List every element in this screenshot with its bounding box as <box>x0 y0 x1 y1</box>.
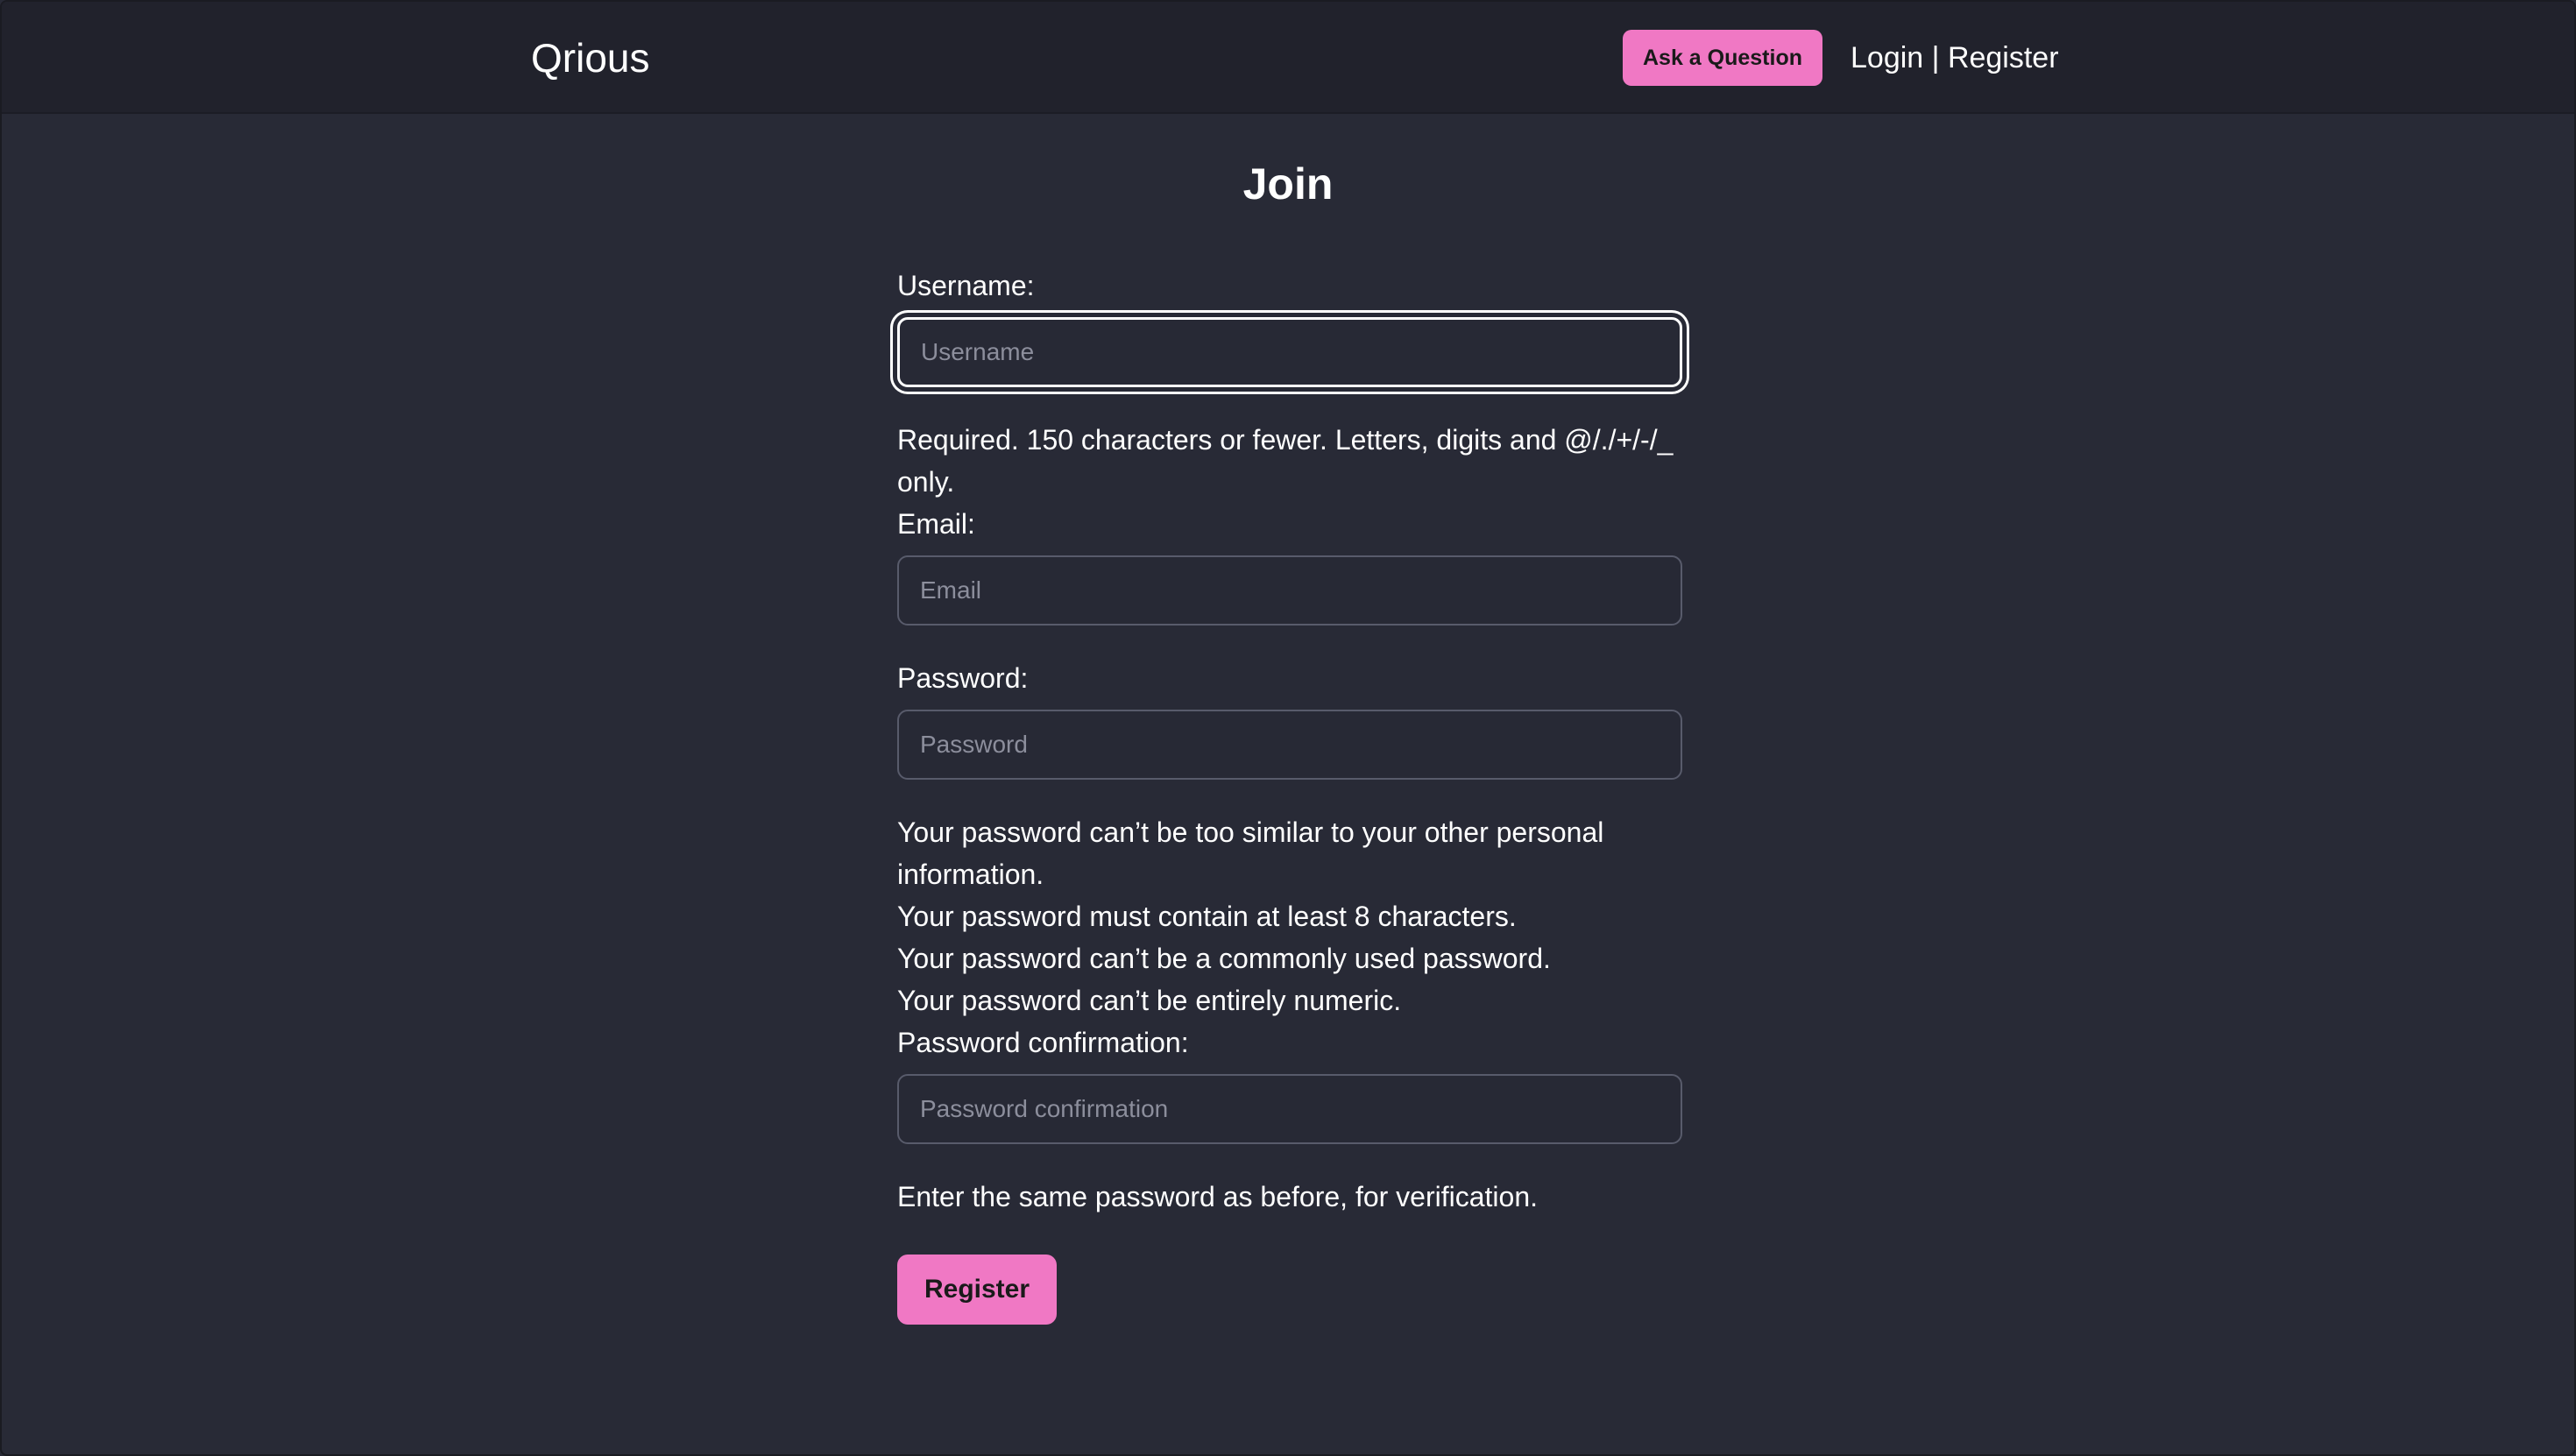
password-help-length: Your password must contain at least 8 ch… <box>897 901 1517 932</box>
page-title: Join <box>1242 159 1334 209</box>
username-label: Username: <box>897 270 1035 301</box>
ask-question-button[interactable]: Ask a Question <box>1623 30 1822 86</box>
auth-separator: | <box>1923 41 1948 74</box>
password-confirmation-input[interactable] <box>897 1074 1682 1144</box>
username-input[interactable] <box>897 317 1682 387</box>
password-help-numeric: Your password can’t be entirely numeric. <box>897 985 1402 1016</box>
password-confirmation-label: Password confirmation: <box>897 1027 1189 1058</box>
email-input[interactable] <box>897 555 1682 626</box>
auth-links: Login | Register <box>1851 33 2059 82</box>
app-window: Qrious Ask a Question Login | Register J… <box>0 0 2576 1456</box>
top-navbar: Qrious Ask a Question Login | Register <box>2 2 2574 114</box>
password-help-common: Your password can’t be a commonly used p… <box>897 943 1551 974</box>
login-link[interactable]: Login <box>1851 41 1923 74</box>
register-submit-button[interactable]: Register <box>897 1255 1057 1325</box>
password-label: Password: <box>897 662 1029 694</box>
password-input[interactable] <box>897 710 1682 780</box>
registration-form: Username: Required. 150 characters or fe… <box>897 265 1682 1325</box>
email-label: Email: <box>897 508 975 540</box>
username-help-text: Required. 150 characters or fewer. Lette… <box>897 424 1674 498</box>
brand-logo-link[interactable]: Qrious <box>531 28 649 88</box>
password-help-similar: Your password can’t be too similar to yo… <box>897 816 1604 890</box>
password-confirmation-help-text: Enter the same password as before, for v… <box>897 1181 1539 1212</box>
register-link[interactable]: Register <box>1948 41 2059 74</box>
